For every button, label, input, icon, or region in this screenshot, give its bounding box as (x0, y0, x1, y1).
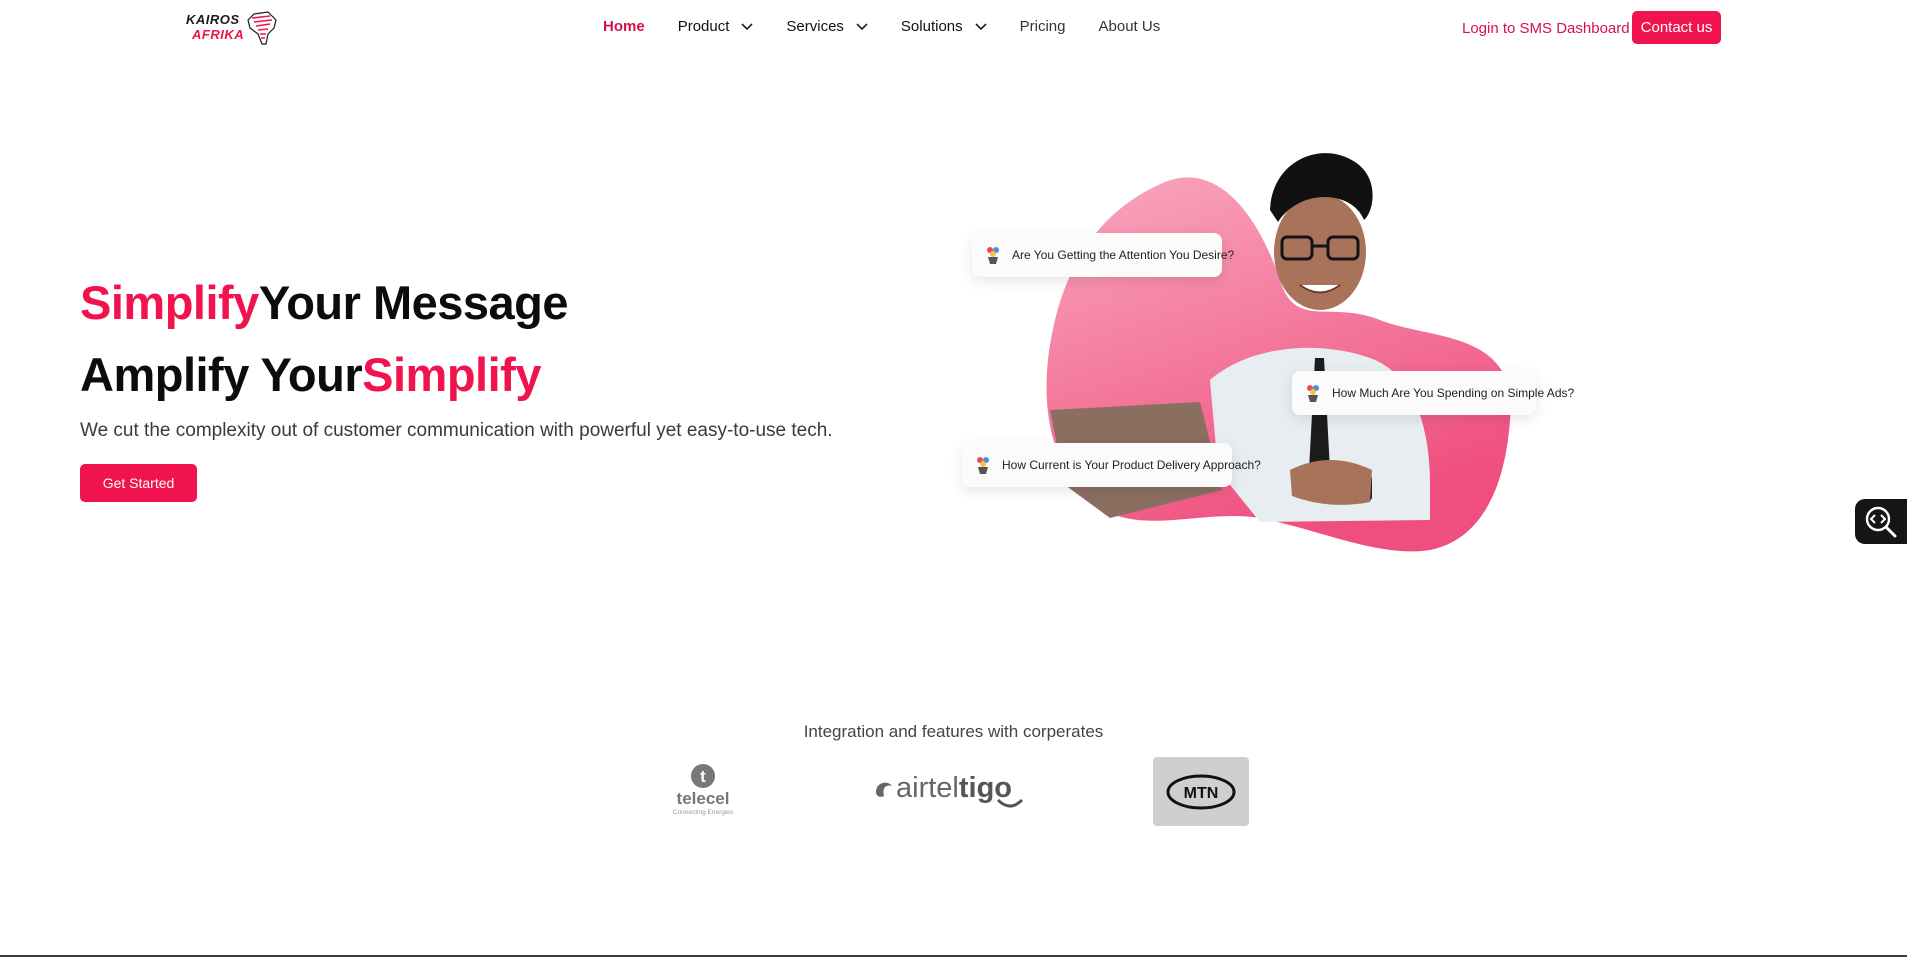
question-bubble-attention: Are You Getting the Attention You Desire… (972, 233, 1234, 277)
nav-solutions-label: Solutions (900, 18, 963, 35)
partners-heading: Integration and features with corperates (803, 722, 1104, 741)
question-bubble-ads: How Much Are You Spending on Simple Ads? (1292, 371, 1574, 415)
nav-pricing-label: Pricing (1019, 18, 1066, 35)
bubble-text: Are You Getting the Attention You Desire… (1012, 248, 1235, 262)
kairos-afrika-logo[interactable]: KAIROS AFRIKA (186, 10, 280, 48)
person-with-laptop-illustration (1046, 153, 1511, 552)
hero-headline-line1: SimplifyYour Message (80, 275, 569, 330)
contact-us-button[interactable]: Contact us (1632, 11, 1721, 44)
chevron-down-icon (856, 22, 868, 30)
nav-home-label: Home (603, 18, 645, 35)
flower-pot-icon (1304, 383, 1322, 403)
code-search-widget[interactable] (1855, 499, 1907, 544)
hero-headline-line2: Amplify YourSimplify (80, 347, 541, 402)
nav-product[interactable]: Product (678, 18, 754, 35)
logo-text-afrika: AFRIKA (192, 27, 245, 42)
airteltigo-logo: airteltigo (876, 772, 1024, 808)
code-search-icon (1865, 506, 1897, 537)
nav-pricing[interactable]: Pricing (1020, 18, 1066, 35)
get-started-button[interactable]: Get Started (80, 464, 197, 502)
airteltigo-airtel-text: airtel (896, 772, 959, 804)
africa-map-icon (247, 11, 277, 45)
telecel-logo: t telecel Connecting Energies (673, 764, 734, 816)
hero-accent-word: Simplify (80, 276, 259, 329)
mtn-logo: MTN (1153, 757, 1249, 826)
flower-pot-icon (984, 245, 1002, 265)
bubble-text: How Much Are You Spending on Simple Ads? (1332, 386, 1575, 400)
hero-line2-text: Amplify Your (80, 348, 363, 401)
nav-home[interactable]: Home (603, 18, 645, 35)
logo-text-kairos: KAIROS (186, 12, 240, 27)
svg-text:airteltigo: airteltigo (896, 772, 1012, 804)
chevron-down-icon (741, 22, 753, 30)
airteltigo-tigo-text: tigo (959, 772, 1012, 804)
login-sms-dashboard-link[interactable]: Login to SMS Dashboard (1462, 20, 1630, 37)
telecel-tagline: Connecting Energies (673, 809, 734, 816)
nav-about-label: About Us (1098, 18, 1161, 35)
hero-accent-word: Simplify (362, 348, 541, 401)
telecel-wordmark: telecel (677, 789, 730, 808)
nav-about-us[interactable]: About Us (1099, 18, 1161, 35)
nav-solutions[interactable]: Solutions (901, 18, 987, 35)
nav-services[interactable]: Services (786, 18, 868, 35)
hero-subtitle: We cut the complexity out of customer co… (80, 420, 833, 441)
nav-services-label: Services (786, 18, 844, 35)
main-nav: Home Product Services Solutions Pricing … (603, 18, 1193, 35)
chevron-down-icon (975, 22, 987, 30)
mtn-text: MTN (1184, 785, 1219, 802)
flower-pot-icon (974, 455, 992, 475)
question-bubble-delivery: How Current is Your Product Delivery App… (962, 443, 1261, 487)
hero-line1-text: Your Message (258, 276, 569, 329)
hand-shape (1290, 460, 1372, 505)
nav-product-label: Product (677, 18, 730, 35)
telecel-mark: t (700, 767, 706, 786)
bubble-text: How Current is Your Product Delivery App… (1002, 458, 1261, 472)
